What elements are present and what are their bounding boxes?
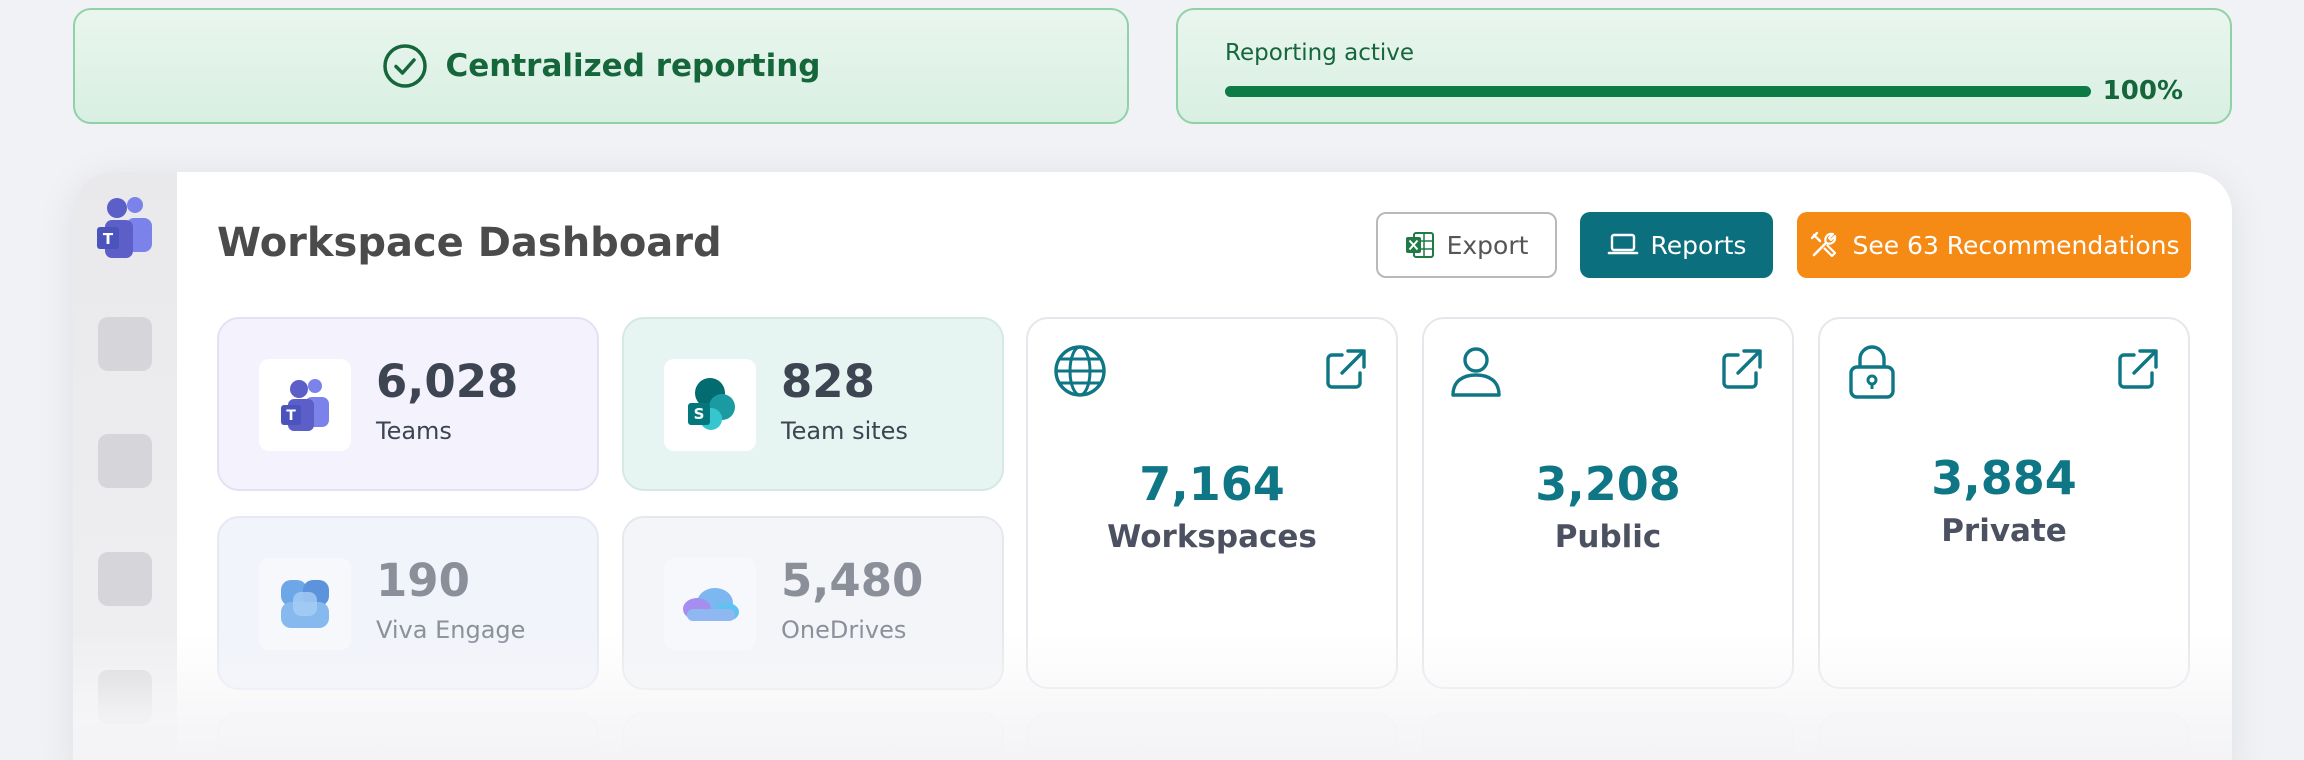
sharepoint-icon: S: [688, 378, 735, 430]
public-workspaces-card[interactable]: 3,208 Public: [1422, 317, 1794, 689]
stat-tile-onedrives[interactable]: 5,480 OneDrives: [622, 516, 1004, 690]
stat-icon-box: [259, 558, 351, 650]
reporting-progress-percent: 100%: [2102, 76, 2183, 106]
viva-engage-icon: [281, 580, 329, 628]
external-link-icon[interactable]: [1322, 347, 1368, 393]
reporting-status-label: Reporting active: [1225, 40, 1415, 66]
stat-value: 6,028: [376, 355, 519, 408]
reports-button[interactable]: Reports: [1580, 212, 1773, 278]
banner-title: Centralized reporting: [445, 48, 821, 84]
tools-icon: [1811, 231, 1837, 258]
svg-text:T: T: [286, 408, 296, 424]
svg-text:S: S: [694, 405, 705, 423]
teams-logo-icon[interactable]: T: [95, 194, 155, 260]
reporting-status-banner: Reporting active 100%: [1176, 8, 2232, 124]
workspaces-value: 7,164: [1139, 457, 1285, 511]
page-title: Workspace Dashboard: [217, 220, 722, 266]
private-workspaces-card[interactable]: 3,884 Private: [1818, 317, 2190, 689]
teams-icon: T: [281, 379, 329, 431]
stat-label: Team sites: [781, 417, 908, 445]
workspace-dashboard-card: T Workspace Dashboard Export Reports See…: [73, 172, 2232, 760]
list-item: [217, 712, 599, 760]
svg-text:T: T: [103, 230, 114, 248]
export-button[interactable]: Export: [1376, 212, 1557, 278]
stat-label: OneDrives: [781, 616, 907, 644]
sidebar-item-placeholder[interactable]: [98, 552, 152, 606]
stat-icon-box: [664, 558, 756, 650]
laptop-icon: [1607, 233, 1638, 255]
list-item: [622, 712, 1004, 760]
user-icon: [1451, 347, 1501, 397]
public-label: Public: [1554, 519, 1662, 555]
reporting-progress-fill: [1225, 86, 2091, 97]
see-recommendations-label: See 63 Recommendations: [1852, 230, 2180, 260]
list-item: [1026, 712, 1398, 760]
sidebar-item-placeholder[interactable]: [98, 434, 152, 488]
private-label: Private: [1941, 513, 2067, 549]
list-item: [1818, 712, 2190, 760]
stat-tile-team-sites[interactable]: S 828 Team sites: [622, 317, 1004, 491]
export-button-label: Export: [1446, 230, 1529, 260]
public-value: 3,208: [1535, 457, 1681, 511]
stat-value: 828: [781, 355, 875, 408]
sidebar-item-placeholder[interactable]: [98, 670, 152, 724]
see-recommendations-button[interactable]: See 63 Recommendations: [1797, 212, 2191, 278]
sidebar-item-placeholder[interactable]: [98, 317, 152, 371]
stat-value: 5,480: [781, 554, 924, 607]
onedrive-icon: [683, 588, 739, 621]
excel-icon: [1405, 232, 1434, 258]
lock-icon: [1849, 345, 1895, 399]
private-value: 3,884: [1931, 451, 2077, 505]
workspaces-label: Workspaces: [1107, 519, 1317, 555]
centralized-reporting-banner: Centralized reporting: [73, 8, 1129, 124]
stat-icon-box: S: [664, 359, 756, 451]
stat-value: 190: [376, 554, 470, 607]
stat-tile-teams[interactable]: T 6,028 Teams: [217, 317, 599, 491]
reports-button-label: Reports: [1650, 230, 1747, 260]
external-link-icon[interactable]: [1718, 347, 1764, 393]
stat-label: Teams: [376, 417, 452, 445]
stat-icon-box: T: [259, 359, 351, 451]
check-circle-icon: [382, 44, 427, 88]
app-sidebar-rail: T: [73, 172, 177, 760]
stat-label: Viva Engage: [376, 616, 526, 644]
globe-icon: [1054, 345, 1106, 397]
list-item: [1422, 712, 1794, 760]
reporting-progress-bar: [1225, 86, 2091, 97]
external-link-icon[interactable]: [2114, 347, 2160, 393]
workspaces-card[interactable]: 7,164 Workspaces: [1026, 317, 1398, 689]
stat-tile-viva-engage[interactable]: 190 Viva Engage: [217, 516, 599, 690]
